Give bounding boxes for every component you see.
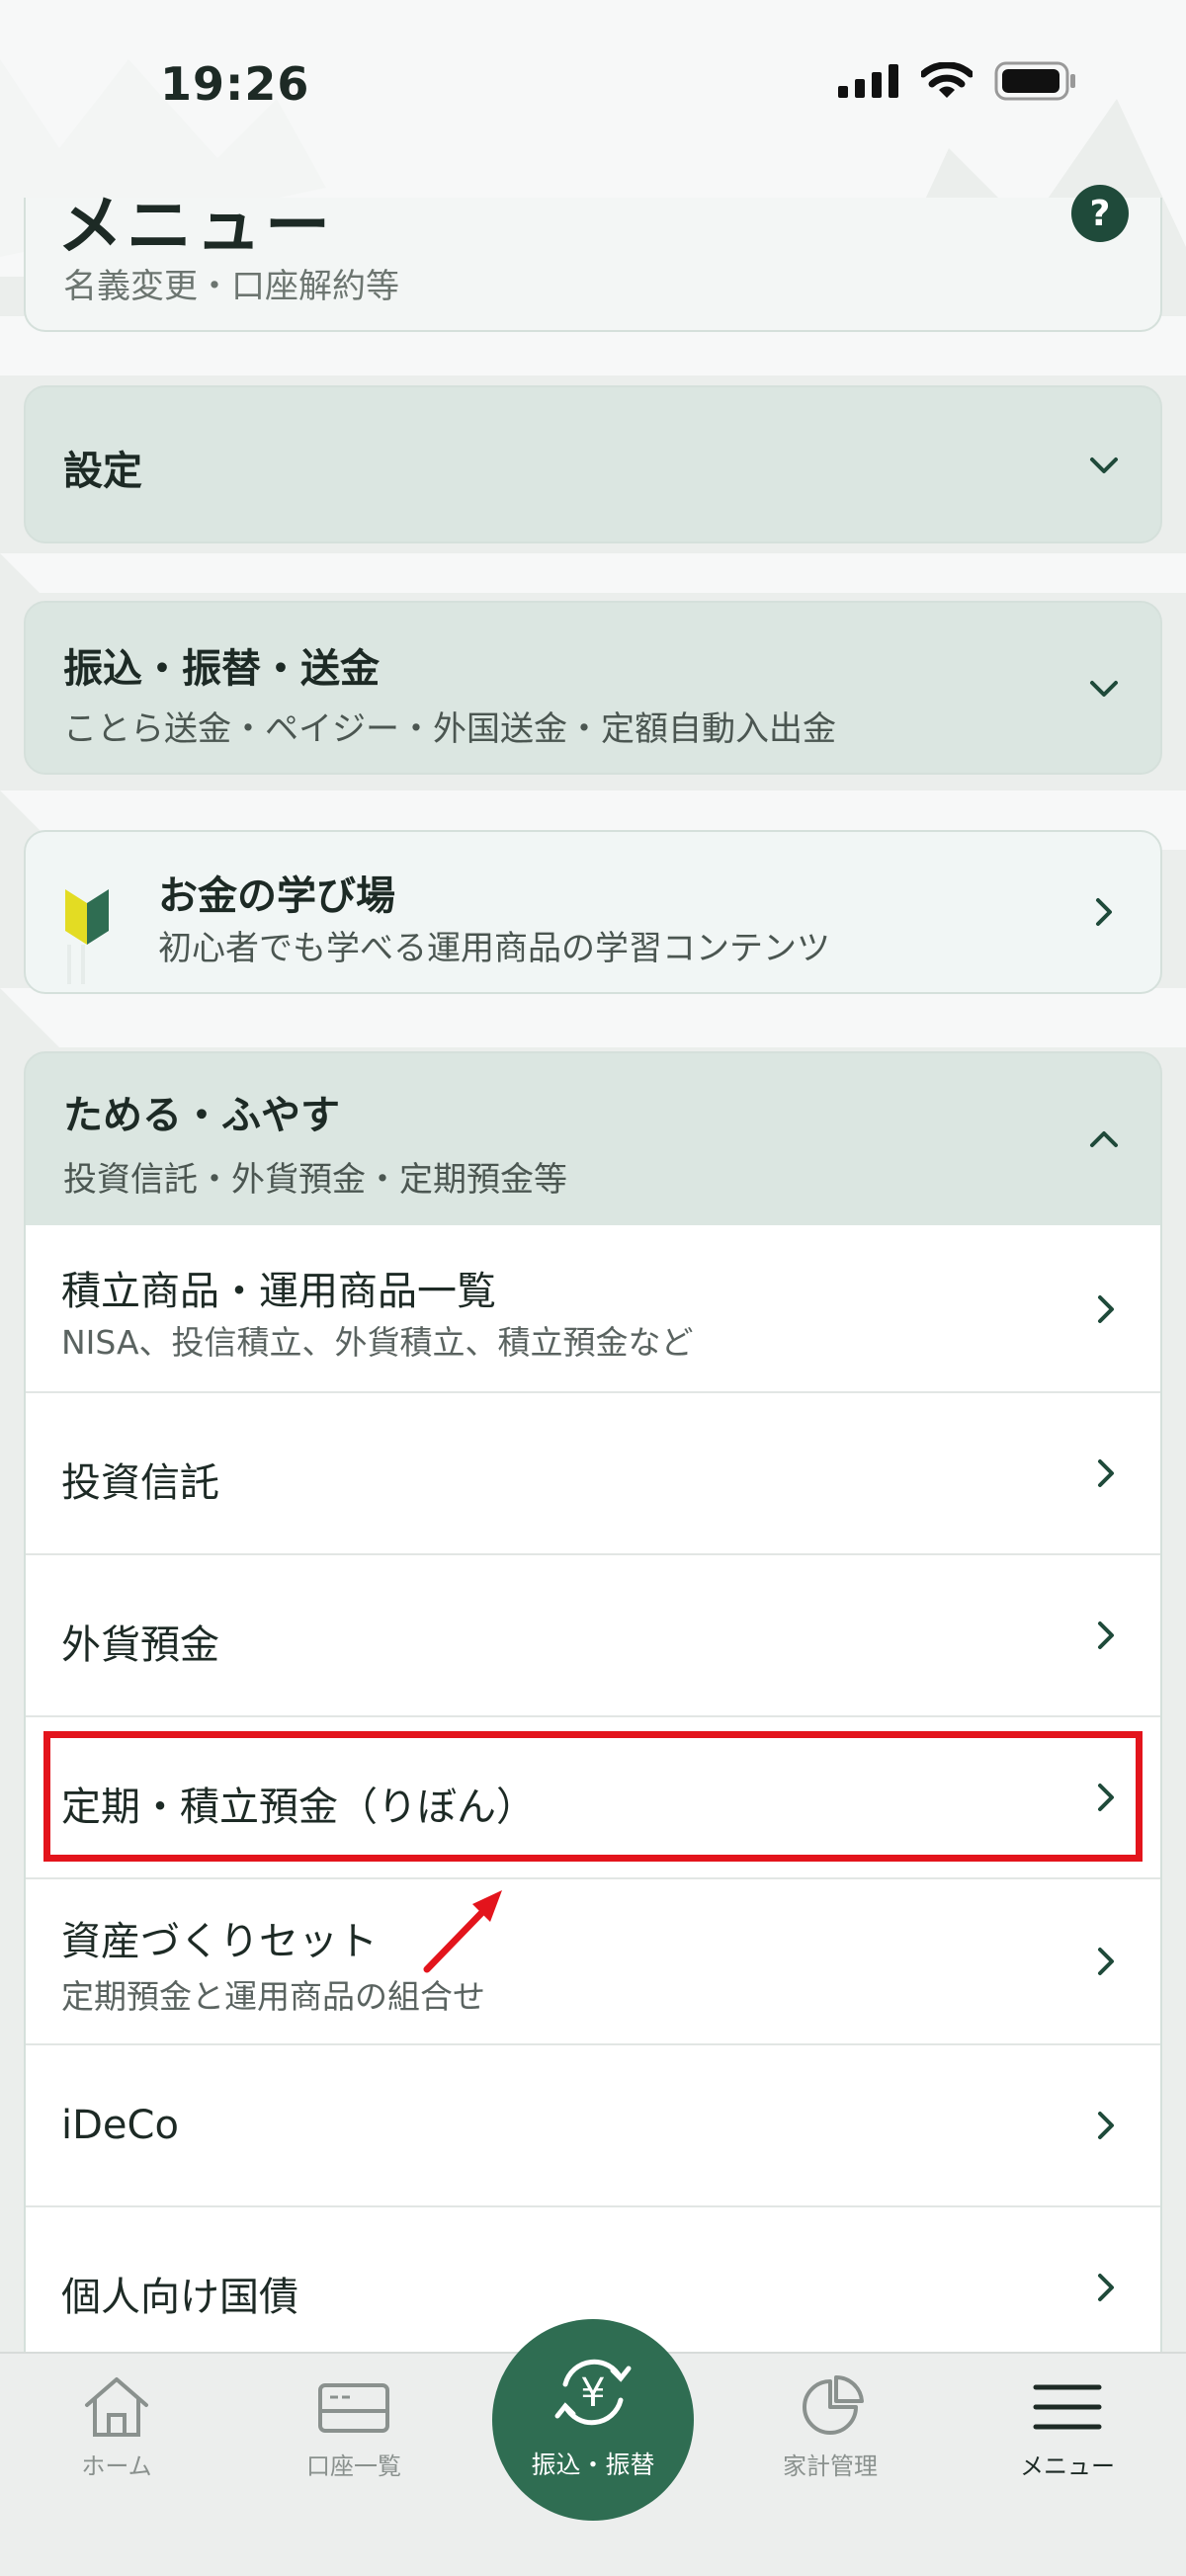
tab-home[interactable]: ホーム bbox=[18, 2373, 215, 2481]
section-title: ためる・ふやす bbox=[63, 1093, 340, 1138]
tab-label: 振込・振替 bbox=[531, 2451, 655, 2479]
section-transfer[interactable]: 振込・振替・送金 ことら送金・ペイジー・外国送金・定額自動入出金 bbox=[24, 601, 1162, 775]
highlight-box bbox=[43, 1731, 1143, 1862]
list-item-label: 外貨預金 bbox=[61, 1622, 219, 1668]
chevron-right-icon bbox=[1098, 1295, 1114, 1323]
pie-chart-icon bbox=[803, 2374, 864, 2435]
list-item-label: 資産づくりセット bbox=[61, 1919, 378, 1964]
list-item[interactable]: 投資信託 bbox=[26, 1393, 1160, 1555]
tab-bar: ホーム 口座一覧 ¥ 振込・振替 家計管理 メニュー bbox=[0, 2319, 1186, 2576]
list-item-sub: NISA、投信積立、外貨積立、積立預金など bbox=[61, 1323, 694, 1362]
list-item-label: 積立商品・運用商品一覧 bbox=[61, 1269, 496, 1314]
svg-text:¥: ¥ bbox=[580, 2370, 605, 2416]
page-title: メニュー bbox=[57, 188, 334, 264]
tab-budget[interactable]: 家計管理 bbox=[731, 2373, 929, 2481]
tab-transfer[interactable]: ¥ 振込・振替 bbox=[492, 2319, 694, 2521]
section-settings[interactable]: 設定 bbox=[24, 385, 1162, 543]
chevron-right-icon bbox=[1096, 898, 1112, 926]
tab-accounts[interactable]: 口座一覧 bbox=[255, 2373, 453, 2481]
beginner-mark-icon bbox=[65, 889, 109, 984]
tab-label: メニュー bbox=[1020, 2452, 1115, 2480]
section-learning[interactable]: お金の学び場 初心者でも学べる運用商品の学習コンテンツ bbox=[24, 830, 1162, 994]
section-title: 振込・振替・送金 bbox=[63, 646, 380, 692]
battery-icon bbox=[994, 61, 1075, 101]
wifi-icon bbox=[921, 62, 973, 98]
card-icon bbox=[318, 2383, 389, 2433]
tab-label: ホーム bbox=[81, 2452, 152, 2480]
chevron-down-icon bbox=[1090, 681, 1118, 697]
section-subtitle: 初心者でも学べる運用商品の学習コンテンツ bbox=[158, 929, 830, 968]
home-icon bbox=[85, 2377, 148, 2437]
list-item[interactable]: iDeCo bbox=[26, 2045, 1160, 2207]
chevron-right-icon bbox=[1098, 2112, 1114, 2139]
yen-exchange-icon: ¥ bbox=[554, 2359, 632, 2426]
status-icons bbox=[838, 61, 1077, 101]
list-item-label: 個人向け国債 bbox=[61, 2275, 298, 2320]
cellular-signal-icon bbox=[838, 64, 898, 98]
hamburger-menu-icon bbox=[1033, 2384, 1102, 2430]
annotation-arrow-icon bbox=[423, 1890, 502, 1973]
list-item[interactable]: 資産づくりセット 定期預金と運用商品の組合せ bbox=[26, 1879, 1160, 2045]
tab-label: 口座一覧 bbox=[306, 2452, 401, 2480]
section-subtitle: ことら送金・ペイジー・外国送金・定額自動入出金 bbox=[63, 709, 836, 749]
section-savings[interactable]: ためる・ふやす 投資信託・外貨預金・定期預金等 bbox=[24, 1051, 1162, 1229]
chevron-right-icon bbox=[1098, 1948, 1114, 1975]
tab-label: 家計管理 bbox=[783, 2452, 878, 2480]
chevron-right-icon bbox=[1098, 2274, 1114, 2301]
tab-menu[interactable]: メニュー bbox=[969, 2373, 1166, 2481]
list-item-label: iDeCo bbox=[61, 2103, 179, 2148]
section-title: お金の学び場 bbox=[158, 873, 395, 919]
list-item[interactable]: 積立商品・運用商品一覧 NISA、投信積立、外貨積立、積立預金など bbox=[26, 1225, 1160, 1393]
chevron-right-icon bbox=[1098, 1459, 1114, 1487]
section-title: 設定 bbox=[63, 449, 142, 494]
help-button[interactable]: ? bbox=[1071, 185, 1129, 242]
chevron-down-icon bbox=[1090, 457, 1118, 473]
chevron-up-icon bbox=[1090, 1131, 1118, 1147]
chevron-right-icon bbox=[1098, 1621, 1114, 1649]
section-subtitle: 投資信託・外貨預金・定期預金等 bbox=[63, 1160, 567, 1200]
status-bar: 19:26 bbox=[0, 0, 1186, 168]
header: メニュー ? bbox=[0, 163, 1186, 272]
list-item-label: 投資信託 bbox=[61, 1460, 219, 1506]
status-time: 19:26 bbox=[160, 57, 310, 111]
list-item[interactable]: 外貨預金 bbox=[26, 1555, 1160, 1717]
